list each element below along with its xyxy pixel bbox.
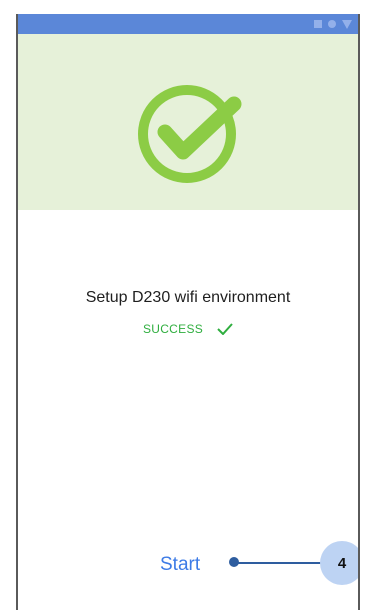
checkmark-icon [217,323,233,335]
circle-icon [328,20,336,28]
triangle-icon [342,19,352,29]
hero-banner [18,34,358,210]
square-icon [314,20,322,28]
callout-dot [229,557,239,567]
status-line: SUCCESS [18,322,358,336]
status-bar [18,14,358,34]
status-icons [314,19,352,29]
phone-screen: Setup D230 wifi environment SUCCESS Star… [16,14,360,610]
start-button[interactable]: Start [160,554,200,576]
success-status: SUCCESS [142,322,204,336]
setup-title: Setup D230 wifi environment [85,289,291,306]
callout-badge: 4 [320,541,358,585]
check-circle-icon [138,85,242,183]
